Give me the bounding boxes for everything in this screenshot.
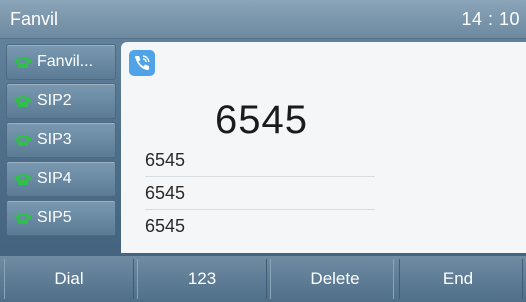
softkey-bar: Dial 123 Delete End xyxy=(0,256,526,302)
line-keys-sidebar: Fanvil... SIP2 SIP3 SIP4 SIP5 xyxy=(6,44,118,239)
end-button[interactable]: End xyxy=(393,259,523,299)
delete-button[interactable]: Delete xyxy=(270,259,400,299)
line-key-1[interactable]: Fanvil... xyxy=(6,44,116,80)
phone-handset-icon xyxy=(14,96,32,107)
dial-button[interactable]: Dial xyxy=(4,259,134,299)
line-key-4[interactable]: SIP4 xyxy=(6,161,116,197)
phone-handset-icon xyxy=(14,174,32,185)
clock: 14 : 10 xyxy=(461,9,520,29)
phone-screen: Fanvil 14 : 10 Fanvil... SIP2 SIP3 SIP4 … xyxy=(0,0,526,302)
line-key-3[interactable]: SIP3 xyxy=(6,122,116,158)
dialed-number: 6545 xyxy=(215,98,308,142)
phone-handset-icon xyxy=(14,57,32,68)
line-key-label: SIP2 xyxy=(37,92,72,109)
brand-label: Fanvil xyxy=(10,9,59,29)
calling-phone-icon xyxy=(129,50,155,76)
suggestion-item[interactable]: 6545 xyxy=(145,210,375,242)
phone-handset-icon xyxy=(14,135,32,146)
suggestion-item[interactable]: 6545 xyxy=(145,177,375,210)
status-bar: Fanvil 14 : 10 xyxy=(0,0,526,39)
suggestion-item[interactable]: 6545 xyxy=(145,144,375,177)
phone-handset-icon xyxy=(14,213,32,224)
number-suggestions: 6545 6545 6545 xyxy=(145,144,375,242)
line-key-5[interactable]: SIP5 xyxy=(6,200,116,236)
dial-panel: 6545 6545 6545 6545 xyxy=(121,42,526,253)
line-key-2[interactable]: SIP2 xyxy=(6,83,116,119)
input-mode-button[interactable]: 123 xyxy=(137,259,267,299)
line-key-label: Fanvil... xyxy=(37,53,94,70)
line-key-label: SIP4 xyxy=(37,170,72,187)
line-key-label: SIP5 xyxy=(37,209,72,226)
line-key-label: SIP3 xyxy=(37,131,72,148)
